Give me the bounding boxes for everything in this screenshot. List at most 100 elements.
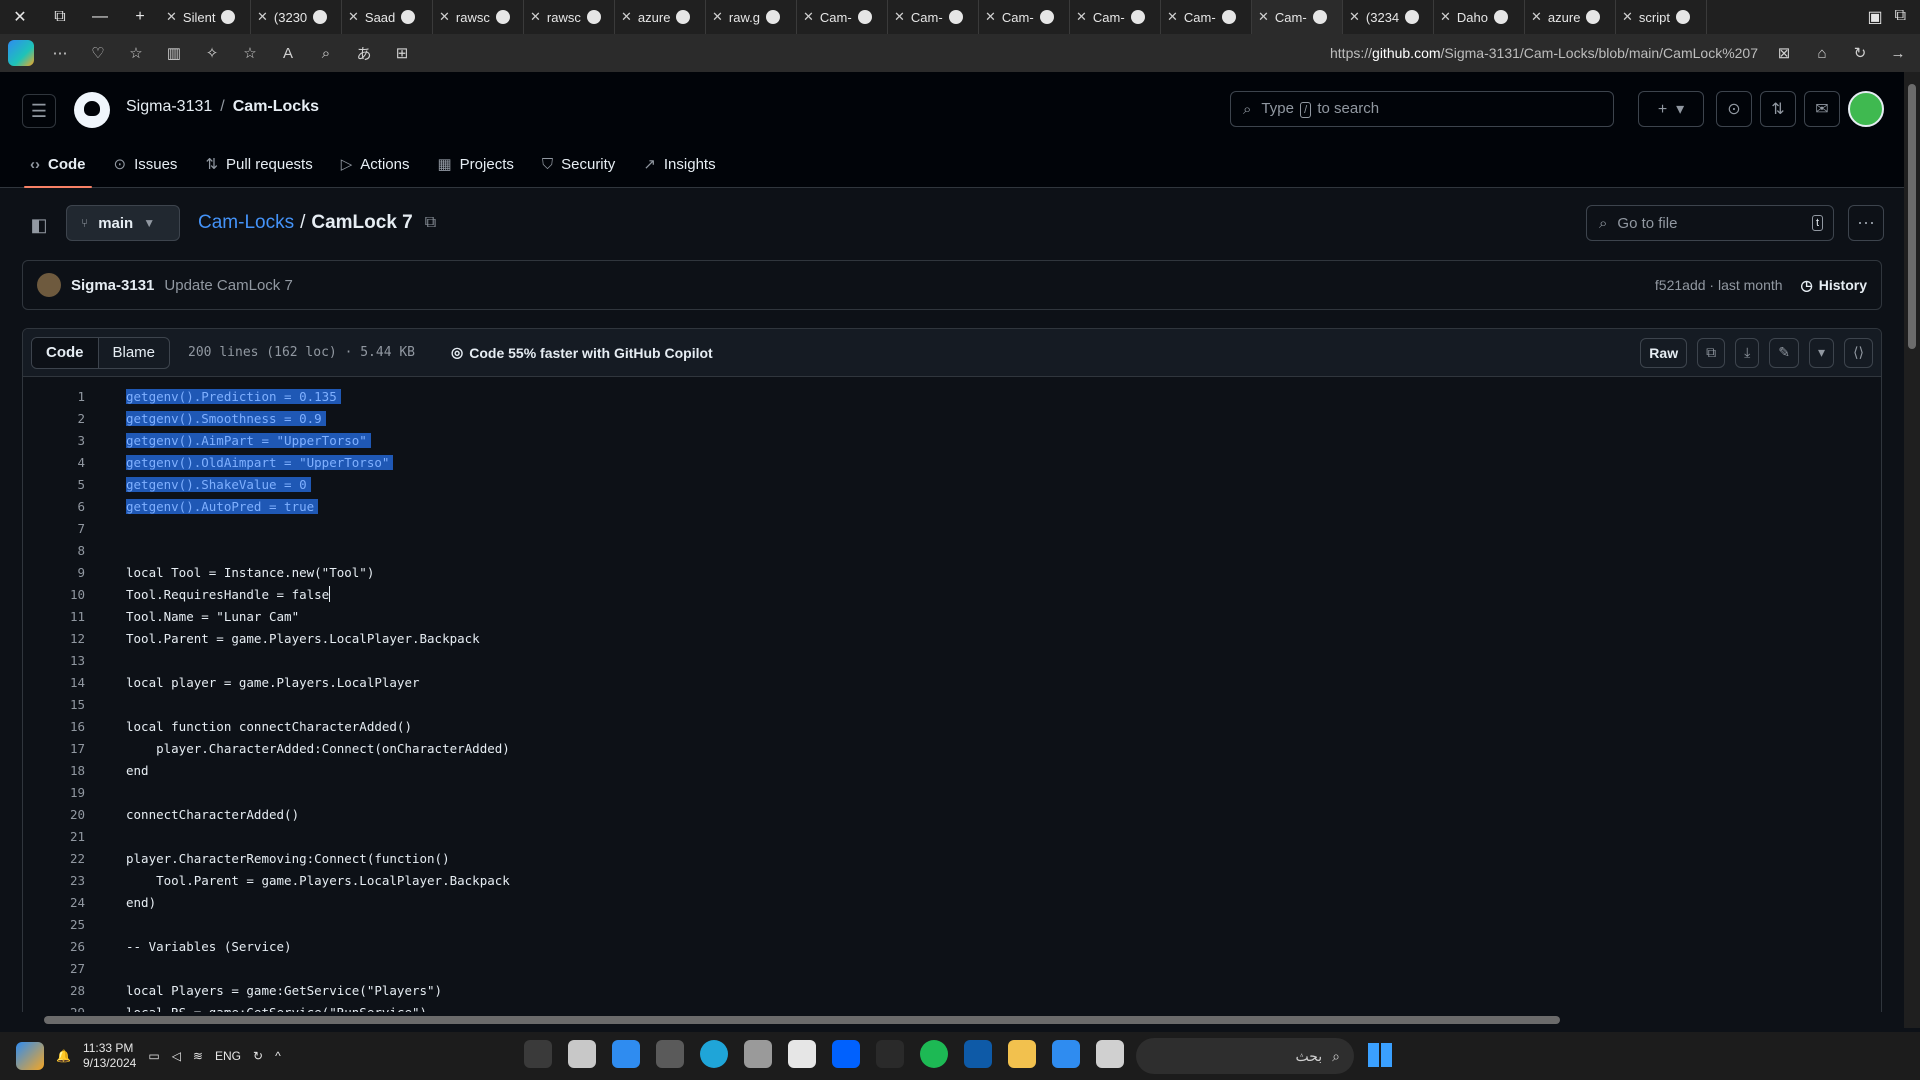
line-number[interactable]: 25 bbox=[23, 917, 85, 932]
close-tab-icon[interactable]: ✕ bbox=[439, 9, 450, 25]
line-number[interactable]: 4 bbox=[23, 455, 85, 470]
code-line[interactable]: 5 getgenv().ShakeValue = 0 bbox=[23, 473, 1881, 495]
code-line[interactable]: 28 local Players = game:GetService("Playe… bbox=[23, 979, 1881, 1001]
raw-button[interactable]: Raw bbox=[1640, 337, 1688, 368]
tab-projects[interactable]: ▦ Projects bbox=[437, 150, 513, 178]
zoom-icon[interactable]: ⌕ bbox=[314, 41, 338, 65]
spotify-icon[interactable] bbox=[920, 1040, 948, 1068]
line-number[interactable]: 5 bbox=[23, 477, 85, 492]
line-number[interactable]: 26 bbox=[23, 939, 85, 954]
copilot-app-icon[interactable] bbox=[16, 1042, 44, 1070]
app-icon-11[interactable] bbox=[964, 1040, 992, 1068]
app-icon-3[interactable] bbox=[612, 1040, 640, 1068]
restore-window-icon[interactable]: ⧉ bbox=[40, 0, 80, 34]
battery-icon[interactable]: ▭ bbox=[148, 1049, 159, 1063]
line-number[interactable]: 6 bbox=[23, 499, 85, 514]
code-line[interactable]: 16 local function connectCharacterAdded() bbox=[23, 715, 1881, 737]
line-number[interactable]: 19 bbox=[23, 785, 85, 800]
code-line[interactable]: 15 bbox=[23, 693, 1881, 715]
owner-link[interactable]: Sigma-3131 bbox=[126, 98, 212, 115]
code-line[interactable]: 8 bbox=[23, 539, 1881, 561]
commit-message[interactable]: Update CamLock 7 bbox=[164, 277, 292, 294]
copy-raw-icon[interactable]: ⧉ bbox=[1697, 337, 1726, 368]
code-line[interactable]: 20 connectCharacterAdded() bbox=[23, 803, 1881, 825]
line-number[interactable]: 24 bbox=[23, 895, 85, 910]
browser-tab[interactable]: ✕ script bbox=[1616, 0, 1707, 34]
code-line[interactable]: 19 bbox=[23, 781, 1881, 803]
browser-tab[interactable]: ✕ Cam- bbox=[979, 0, 1070, 34]
minimize-window-icon[interactable]: — bbox=[80, 0, 120, 34]
code-line[interactable]: 4 getgenv().OldAimpart = "UpperTorso" bbox=[23, 451, 1881, 473]
close-tab-icon[interactable]: ✕ bbox=[257, 9, 268, 25]
language-indicator[interactable]: ENG bbox=[215, 1049, 241, 1063]
code-line[interactable]: 26 -- Variables (Service) bbox=[23, 935, 1881, 957]
commit-sha-time[interactable]: f521add · last month bbox=[1655, 277, 1783, 293]
vertical-scrollbar[interactable] bbox=[1904, 72, 1920, 1028]
browser-tab[interactable]: ✕ raw.g bbox=[706, 0, 797, 34]
browser-tab[interactable]: ✕ (3230 bbox=[251, 0, 342, 34]
code-line[interactable]: 6 getgenv().AutoPred = true bbox=[23, 495, 1881, 517]
edit-icon[interactable]: ✎ bbox=[1769, 337, 1800, 368]
browser-tab[interactable]: ✕ Cam- bbox=[1252, 0, 1343, 34]
favorites-icon[interactable]: ☆ bbox=[124, 41, 148, 65]
wifi-icon[interactable]: ≋ bbox=[193, 1049, 203, 1063]
forward-icon[interactable]: → bbox=[1886, 41, 1910, 65]
code-line[interactable]: 14 local player = game.Players.LocalPlaye… bbox=[23, 671, 1881, 693]
app-icon-2[interactable] bbox=[568, 1040, 596, 1068]
code-line[interactable]: 7 bbox=[23, 517, 1881, 539]
file-explorer-icon[interactable] bbox=[1008, 1040, 1036, 1068]
line-number[interactable]: 27 bbox=[23, 961, 85, 976]
browser-tab[interactable]: ✕ rawsc bbox=[524, 0, 615, 34]
read-aloud-icon[interactable]: A bbox=[276, 41, 300, 65]
code-line[interactable]: 13 bbox=[23, 649, 1881, 671]
close-tab-icon[interactable]: ✕ bbox=[1622, 9, 1633, 25]
tab-issues[interactable]: ⊙ Issues bbox=[114, 150, 178, 178]
code-line[interactable]: 24 end) bbox=[23, 891, 1881, 913]
history-button[interactable]: ◷ History bbox=[1801, 277, 1867, 294]
close-window-icon[interactable]: ✕ bbox=[0, 0, 40, 34]
avatar[interactable] bbox=[37, 273, 61, 297]
new-tab-icon[interactable]: + bbox=[120, 0, 160, 34]
edge-icon[interactable] bbox=[700, 1040, 728, 1068]
tab-pull-requests[interactable]: ⇅ Pull requests bbox=[205, 150, 312, 178]
line-number[interactable]: 2 bbox=[23, 411, 85, 426]
line-number[interactable]: 28 bbox=[23, 983, 85, 998]
line-number[interactable]: 13 bbox=[23, 653, 85, 668]
line-number[interactable]: 17 bbox=[23, 741, 85, 756]
close-tab-icon[interactable]: ✕ bbox=[985, 9, 996, 25]
browser-tab[interactable]: ✕ Cam- bbox=[1070, 0, 1161, 34]
edit-dropdown-icon[interactable]: ▾ bbox=[1809, 337, 1835, 368]
close-tab-icon[interactable]: ✕ bbox=[894, 9, 905, 25]
close-tab-icon[interactable]: ✕ bbox=[1531, 9, 1542, 25]
close-tab-icon[interactable]: ✕ bbox=[530, 9, 541, 25]
close-tab-icon[interactable]: ✕ bbox=[1258, 9, 1269, 25]
app-icon-14[interactable] bbox=[1096, 1040, 1124, 1068]
taskbar-search[interactable]: بحث ⌕ bbox=[1136, 1038, 1354, 1074]
close-tab-icon[interactable]: ✕ bbox=[712, 9, 723, 25]
add-favorite-icon[interactable]: ☆ bbox=[238, 41, 262, 65]
close-tab-icon[interactable]: ✕ bbox=[166, 9, 177, 25]
line-number[interactable]: 22 bbox=[23, 851, 85, 866]
more-options-icon[interactable]: ⋯ bbox=[1848, 205, 1884, 241]
code-body[interactable]: 1 getgenv().Prediction = 0.135 2 getgenv().… bbox=[23, 377, 1881, 1027]
notification-icon[interactable]: 🔔 bbox=[56, 1049, 71, 1063]
copy-path-icon[interactable]: ⧉ bbox=[425, 214, 436, 232]
close-tab-icon[interactable]: ✕ bbox=[1167, 9, 1178, 25]
tab-actions[interactable]: ▷ Actions bbox=[341, 150, 410, 178]
branch-selector[interactable]: ⑂ main ▼ bbox=[66, 205, 180, 241]
browser-tab[interactable]: ✕ rawsc bbox=[433, 0, 524, 34]
line-number[interactable]: 11 bbox=[23, 609, 85, 624]
line-number[interactable]: 23 bbox=[23, 873, 85, 888]
app-icon[interactable]: ⊞ bbox=[390, 41, 414, 65]
inbox-icon[interactable]: ✉ bbox=[1804, 91, 1840, 127]
browser-essentials-icon[interactable]: ♡ bbox=[86, 41, 110, 65]
split-screen-icon[interactable]: ▥ bbox=[162, 41, 186, 65]
browser-tab[interactable]: ✕ azure bbox=[615, 0, 706, 34]
code-line[interactable]: 12 Tool.Parent = game.Players.LocalPlayer… bbox=[23, 627, 1881, 649]
code-line[interactable]: 17 player.CharacterAdded:Connect(onChara… bbox=[23, 737, 1881, 759]
workspaces-icon[interactable]: ⧉ bbox=[1895, 7, 1906, 27]
code-line[interactable]: 23 Tool.Parent = game.Players.LocalPlaye… bbox=[23, 869, 1881, 891]
lock-icon[interactable]: ⊠ bbox=[1772, 41, 1796, 65]
repo-root-link[interactable]: Cam-Locks bbox=[198, 212, 294, 234]
code-line[interactable]: 27 bbox=[23, 957, 1881, 979]
